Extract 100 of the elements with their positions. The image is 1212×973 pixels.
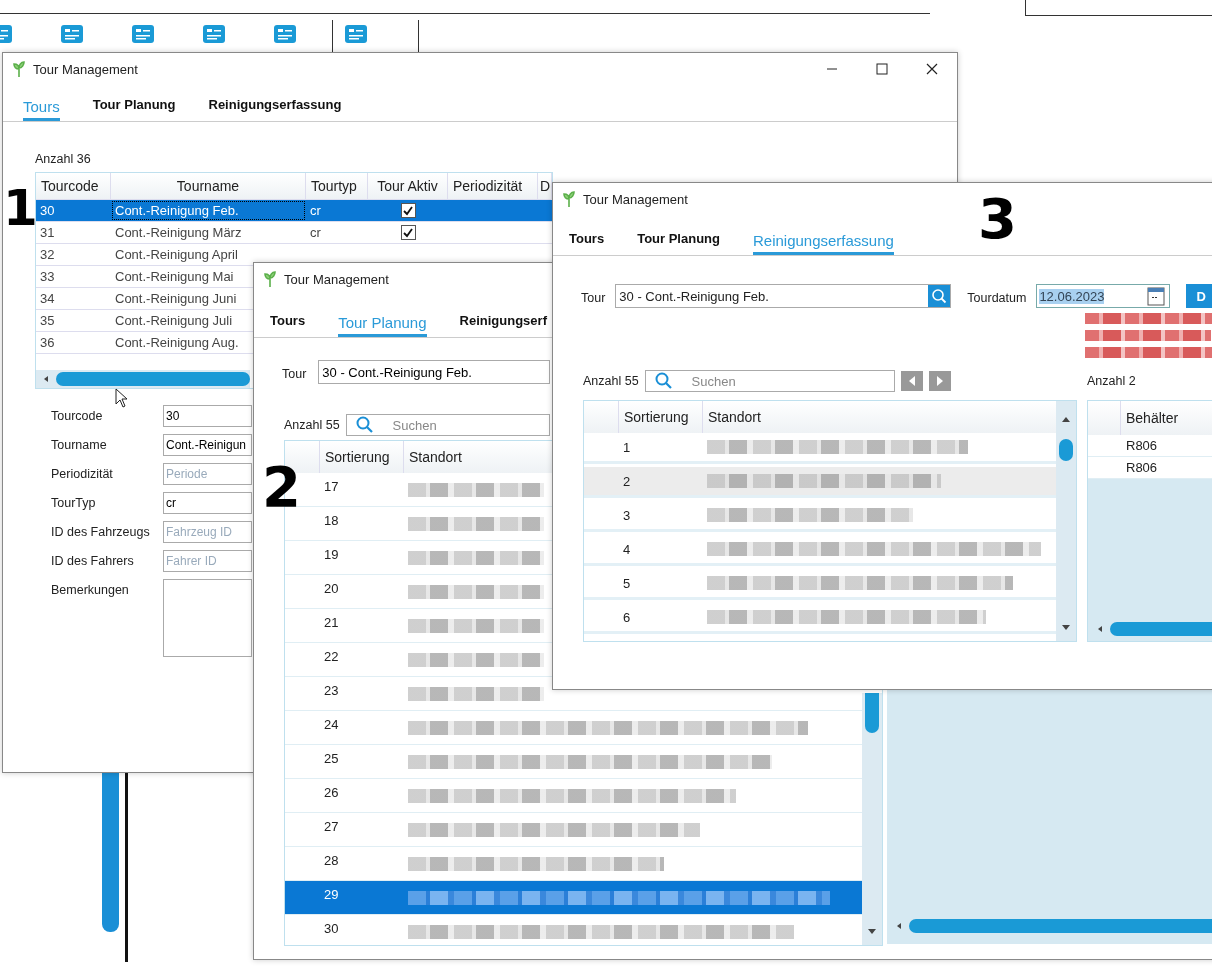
tab[interactable]: Tour Planung (92, 97, 176, 121)
column-header[interactable]: Tourname (111, 173, 306, 199)
table-cell: 24 (324, 717, 339, 732)
field-label: Tourcode (51, 408, 103, 423)
table-cell[interactable]: 33 (40, 269, 55, 284)
scrollbar-thumb[interactable] (865, 693, 879, 733)
field-label: Tourname (51, 437, 107, 452)
field-label: Bemerkungen (51, 582, 129, 597)
vertical-scrollbar[interactable] (862, 693, 882, 945)
table-cell: cr (310, 203, 321, 218)
scroll-left-icon[interactable] (42, 375, 50, 383)
search-icon (355, 416, 374, 434)
horizontal-scrollbar[interactable] (36, 370, 250, 388)
table-row[interactable]: 30 (285, 915, 862, 945)
plant-icon (13, 61, 25, 77)
table-cell: 29 (324, 887, 339, 902)
table-cell[interactable]: 35 (40, 313, 55, 328)
text-area[interactable] (163, 579, 252, 657)
card-icon[interactable] (132, 25, 154, 43)
search-field[interactable]: Suchen (644, 370, 895, 392)
table-cell-text: R806 (1125, 438, 1158, 453)
horizontal-scrollbar[interactable] (895, 918, 1212, 934)
record-count: Anzahl 55 (583, 374, 639, 388)
table-cell: 4 (623, 541, 631, 557)
horizontal-scrollbar[interactable] (1096, 621, 1212, 637)
search-field[interactable]: Suchen (345, 414, 550, 436)
table-cell[interactable]: 32 (40, 247, 55, 262)
input-field[interactable]: Fahrer ID (163, 550, 252, 572)
checkbox[interactable] (400, 203, 416, 218)
table-cell: 3 (623, 507, 631, 523)
tour-field[interactable]: 30 - Cont.-Reinigung Feb. (615, 284, 952, 308)
column-header[interactable]: Periodizität (448, 173, 538, 199)
input-field[interactable]: Fahrzeug ID (163, 521, 252, 543)
tab[interactable]: Tour Planung (637, 231, 720, 255)
search-icon (654, 372, 673, 390)
tab[interactable]: Tours (270, 313, 306, 337)
search-icon[interactable] (928, 285, 951, 307)
tour-field[interactable]: 30 - Cont.-Reinigung Feb. (318, 360, 551, 384)
input-field[interactable]: cr (163, 492, 252, 514)
table-cell: Cont.-Reinigung Aug. (115, 335, 239, 350)
table-row[interactable]: 27 (285, 813, 862, 847)
close-icon[interactable] (926, 63, 938, 75)
card-icon[interactable] (345, 25, 367, 43)
checkbox[interactable] (400, 225, 416, 240)
column-header[interactable]: Tourcode (36, 173, 111, 199)
card-icon[interactable] (274, 25, 296, 43)
tab[interactable]: Reinigungserfassung (208, 97, 342, 121)
table-cell: 5 (623, 575, 631, 591)
field-label: Tour (282, 366, 307, 381)
input-field[interactable]: 30 (163, 405, 252, 427)
column-header[interactable]: Sortierung (319, 441, 403, 473)
card-icon[interactable] (203, 25, 225, 43)
table-cell[interactable]: 34 (40, 291, 55, 306)
table-cell: 27 (324, 819, 339, 834)
table-cell[interactable]: 30 (40, 203, 55, 218)
next-button[interactable] (928, 371, 951, 391)
table-cell: Cont.-Reinigung Juli (115, 313, 233, 328)
table-cell: 23 (324, 683, 339, 698)
table-cell[interactable]: 36 (40, 335, 55, 350)
table-cell: 25 (324, 751, 339, 766)
date-field[interactable]: 12.06.2023 (1036, 284, 1171, 308)
column-header[interactable]: Standort (403, 441, 548, 473)
column-header[interactable]: Tourtyp (306, 173, 368, 199)
input-field[interactable]: Cont.-Reinigun (163, 434, 252, 456)
table-cell[interactable]: 31 (40, 225, 55, 240)
action-button[interactable]: D (1186, 284, 1212, 308)
scroll-down-icon[interactable] (868, 929, 876, 935)
window-title: Tour Management (33, 61, 138, 77)
table-row[interactable]: 26 (285, 779, 862, 813)
window-title: Tour Management (583, 191, 688, 207)
table-row[interactable]: 2 (584, 467, 1056, 495)
scroll-up-icon[interactable] (1062, 417, 1070, 423)
column-header[interactable]: Tour Aktiv (368, 173, 448, 199)
calendar-icon[interactable] (1147, 286, 1166, 306)
table-cell: 6 (623, 609, 631, 625)
input-field[interactable]: Periode (163, 463, 252, 485)
scrollbar-thumb[interactable] (1059, 439, 1073, 461)
tab[interactable]: Tours (569, 231, 605, 255)
table-cell: Cont.-Reinigung März (115, 225, 242, 240)
field-label: Tourdatum (967, 290, 1027, 305)
scroll-down-icon[interactable] (1062, 625, 1070, 631)
scrollbar-thumb[interactable] (102, 772, 119, 932)
table-cell: 19 (324, 547, 339, 562)
vertical-scrollbar[interactable] (1056, 401, 1076, 641)
maximize-icon[interactable] (876, 63, 888, 75)
table-row[interactable]: 29 (285, 881, 862, 915)
tab[interactable]: Reinigungserf (459, 313, 547, 337)
previous-button[interactable] (900, 371, 923, 391)
scroll-left-icon[interactable] (895, 922, 903, 930)
annotation-number: 2 (262, 459, 301, 515)
table-cell: 18 (324, 513, 339, 528)
record-count: Anzahl 55 (284, 418, 340, 432)
right-triangle-icon[interactable] (934, 375, 945, 387)
card-icon[interactable] (61, 25, 83, 43)
table-row[interactable]: 25 (285, 745, 862, 779)
record-count: Anzahl 2 (1087, 374, 1137, 388)
table-row[interactable]: 24 (285, 711, 862, 745)
table-cell: 30 (324, 921, 339, 936)
scroll-left-icon[interactable] (1096, 625, 1104, 633)
table-cell: Cont.-Reinigung April (115, 247, 238, 262)
